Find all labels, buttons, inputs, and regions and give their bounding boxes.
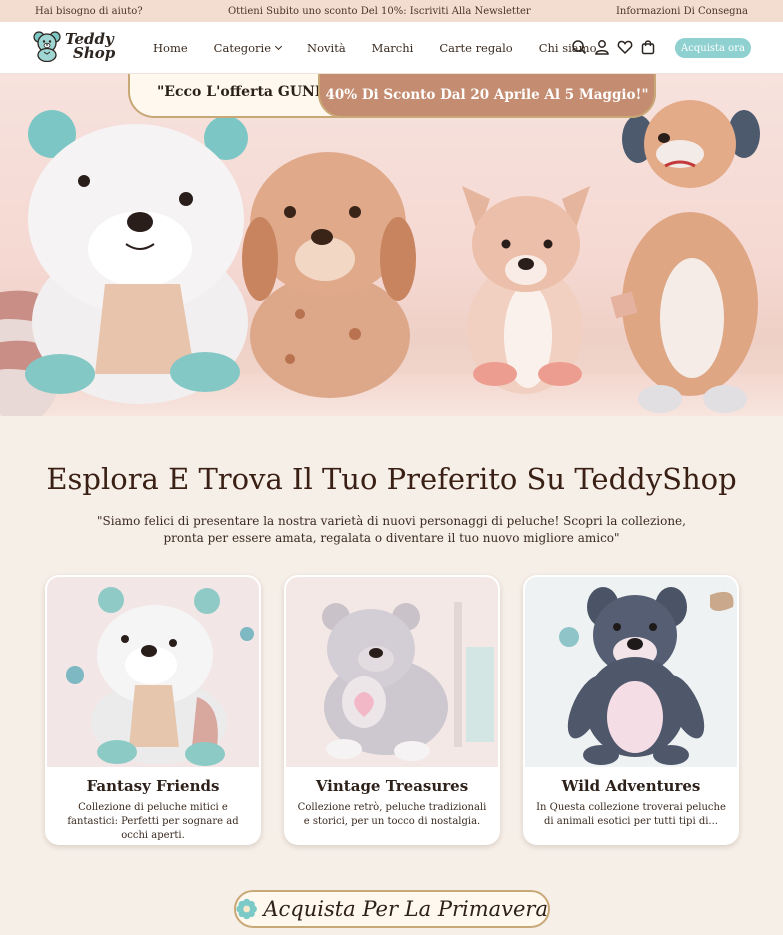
- cart-icon[interactable]: [640, 39, 656, 55]
- nav-item-label: Home: [153, 41, 188, 55]
- tall-dog-plush: [610, 100, 760, 413]
- collection-card-wild-adventures[interactable]: Wild Adventures In Questa collezione tro…: [523, 575, 739, 845]
- promo-banner-label: "Ecco L'offerta GUND:: [157, 84, 333, 100]
- nav-item-home[interactable]: Home: [153, 41, 188, 55]
- white-bear-plush: [25, 110, 248, 404]
- logo-text: Teddy Shop: [65, 32, 116, 62]
- card-image: [525, 577, 737, 767]
- fantasy-friends-bear-image: [47, 577, 259, 767]
- main-menu: Home Categorie Novità Marchi Carte regal…: [153, 22, 623, 74]
- section-subtitle: "Siamo felici di presentare la nostra va…: [97, 514, 686, 545]
- newsletter-link[interactable]: Ottieni Subito uno sconto Del 10%: Iscri…: [228, 6, 531, 17]
- promo-banner-discount[interactable]: 40% Di Sconto Dal 20 Aprile Al 5 Maggio!…: [318, 74, 656, 118]
- delivery-info-link[interactable]: Informazioni Di Consegna: [616, 6, 748, 17]
- card-title: Fantasy Friends: [86, 777, 220, 795]
- chevron-down-icon: [274, 42, 283, 51]
- shop-now-button[interactable]: Acquista ora: [675, 38, 751, 58]
- wild-adventures-dog-image: [525, 577, 737, 767]
- card-description: Collezione di peluche mitici e fantastic…: [67, 802, 239, 841]
- hero-banner: [0, 74, 783, 416]
- collection-card-fantasy-friends[interactable]: Fantasy Friends Collezione di peluche mi…: [45, 575, 261, 845]
- nav-item-label: Novità: [307, 41, 346, 55]
- shop-spring-button[interactable]: Acquista Per La Primavera: [234, 890, 550, 928]
- brown-dog-plush: [242, 152, 416, 398]
- card-title: Wild Adventures: [561, 777, 701, 795]
- nav-item-label: Marchi: [371, 41, 414, 55]
- nav-item-novita[interactable]: Novità: [307, 41, 346, 55]
- card-title: Vintage Treasures: [315, 777, 469, 795]
- hero-plush-image: [0, 100, 760, 416]
- nav-item-categorie[interactable]: Categorie: [213, 41, 283, 55]
- vintage-treasures-bear-image: [286, 577, 498, 767]
- card-image: [286, 577, 498, 767]
- top-bar: Hai bisogno di aiuto? Ottieni Subito uno…: [0, 0, 783, 22]
- heart-icon[interactable]: [617, 39, 633, 55]
- collection-card-vintage-treasures[interactable]: Vintage Treasures Collezione retrò, pelu…: [284, 575, 500, 845]
- card-description: In Questa collezione troverai peluche di…: [536, 802, 726, 827]
- shop-spring-label: Acquista Per La Primavera: [263, 897, 548, 921]
- nav-item-label: Categorie: [213, 41, 272, 55]
- user-icon[interactable]: [594, 39, 610, 55]
- card-image: [47, 577, 259, 767]
- search-icon[interactable]: [571, 39, 587, 55]
- logo[interactable]: Teddy Shop: [32, 30, 115, 62]
- nav-item-marchi[interactable]: Marchi: [372, 41, 414, 55]
- nav-item-carte-regalo[interactable]: Carte regalo: [439, 41, 512, 55]
- logo-line-2: Shop: [73, 44, 116, 62]
- help-link[interactable]: Hai bisogno di aiuto?: [35, 6, 143, 17]
- section-title: Esplora E Trova Il Tuo Preferito Su Tedd…: [46, 462, 737, 496]
- card-description: Collezione retrò, peluche tradizionali e…: [297, 802, 487, 827]
- deer-plush: [462, 186, 590, 394]
- main-navbar: Teddy Shop Home Categorie Novità Marchi …: [0, 22, 783, 74]
- nav-item-label: Carte regalo: [439, 41, 513, 55]
- header-icons: [571, 39, 663, 55]
- teddy-logo-icon: [33, 31, 61, 62]
- flower-icon: [236, 898, 257, 920]
